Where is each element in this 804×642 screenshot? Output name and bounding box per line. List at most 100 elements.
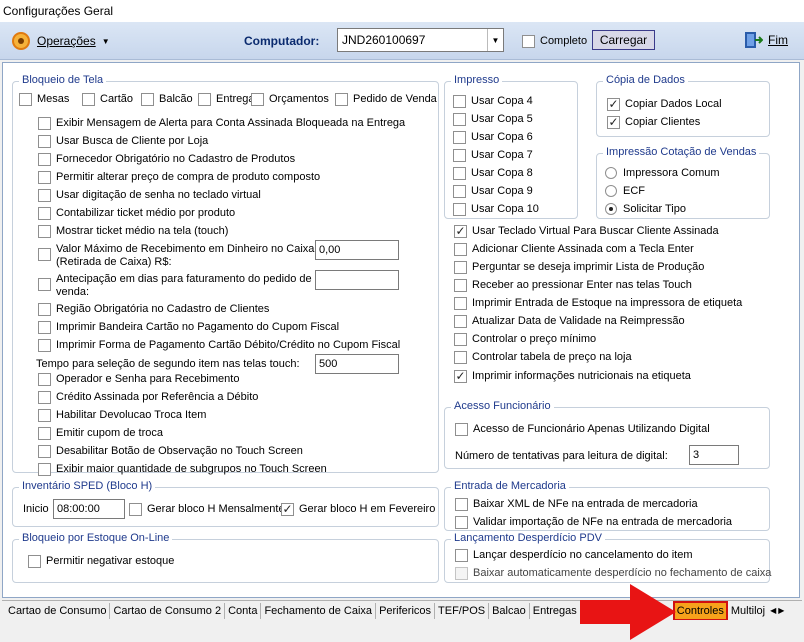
balcao-checkbox[interactable]: Balcão: [141, 92, 193, 106]
copa-8-checkbox[interactable]: Usar Copa 8: [453, 166, 533, 180]
bloqueio-tela-title: Bloqueio de Tela: [19, 74, 107, 86]
acesso-group: Acesso Funcionário Acesso de Funcionário…: [444, 400, 770, 469]
copiar-dados-local-checkbox[interactable]: ✓ Copiar Dados Local: [607, 97, 722, 111]
right-check-5[interactable]: Imprimir Entrada de Estoque na impressor…: [454, 296, 742, 310]
cotacao-title: Impressão Cotação de Vendas: [603, 146, 760, 158]
completo-checkbox[interactable]: Completo: [522, 34, 587, 48]
baixar-xml-checkbox[interactable]: Baixar XML de NFe na entrada de mercador…: [455, 497, 698, 511]
left-check-3[interactable]: Fornecedor Obrigatório no Cadastro de Pr…: [38, 152, 295, 166]
tab-cartao-consumo-2[interactable]: Cartao de Consumo 2: [110, 602, 226, 619]
left-check-9[interactable]: Imprimir Bandeira Cartão no Pagamento do…: [38, 320, 339, 334]
dropdown-arrow-icon[interactable]: ▼: [487, 29, 503, 51]
left-check-14[interactable]: Emitir cupom de troca: [38, 426, 163, 440]
orcamentos-checkbox[interactable]: Orçamentos: [251, 92, 329, 106]
lancar-desperdicio-checkbox[interactable]: Lançar desperdício no cancelamento do it…: [455, 548, 693, 562]
copa-6-checkbox[interactable]: Usar Copa 6: [453, 130, 533, 144]
copiar-clientes-checkbox[interactable]: ✓ Copiar Clientes: [607, 115, 700, 129]
tab-perifericos[interactable]: Perifericos: [376, 602, 436, 619]
window-title: Configurações Geral: [0, 0, 804, 22]
right-check-1[interactable]: ✓ Usar Teclado Virtual Para Buscar Client…: [454, 224, 719, 238]
tab-cartao-consumo[interactable]: Cartao de Consumo: [5, 602, 111, 619]
left-check-15[interactable]: Desabilitar Botão de Observação no Touch…: [38, 444, 303, 458]
solicitar-tipo-radio[interactable]: Solicitar Tipo: [605, 202, 686, 216]
antecipacao-label-1: Antecipação em dias para faturamento do …: [56, 273, 312, 285]
mensal-checkbox[interactable]: Gerar bloco H Mensalmente: [129, 502, 285, 516]
mesas-checkbox[interactable]: Mesas: [19, 92, 69, 106]
left-check-1[interactable]: Exibir Mensagem de Alerta para Conta Ass…: [38, 116, 405, 130]
left-check-13[interactable]: Habilitar Devolucao Troca Item: [38, 408, 206, 422]
tab-multiloja[interactable]: Multiloj: [728, 603, 768, 619]
tab-conta[interactable]: Conta: [225, 602, 262, 619]
computador-select[interactable]: JND260100697 ▼: [337, 28, 504, 52]
negativar-estoque-checkbox[interactable]: Permitir negativar estoque: [28, 554, 174, 568]
sped-title: Inventário SPED (Bloco H): [19, 480, 156, 492]
computador-label: Computador:: [244, 34, 320, 48]
left-check-2[interactable]: Usar Busca de Cliente por Loja: [38, 134, 208, 148]
inicio-label: Inicio: [23, 503, 49, 515]
sped-group: Inventário SPED (Bloco H) Inicio 08:00:0…: [12, 480, 439, 527]
left-check-12[interactable]: Crédito Assinada por Referência a Débito: [38, 390, 258, 404]
right-check-9[interactable]: ✓ Imprimir informações nutricionais na et…: [454, 369, 691, 383]
valor-maximo-input[interactable]: 0,00: [315, 240, 399, 260]
baixar-desperdicio-checkbox[interactable]: Baixar automaticamente desperdício no fe…: [455, 566, 771, 580]
right-check-8[interactable]: Controlar tabela de preço na loja: [454, 350, 632, 364]
cartao-checkbox[interactable]: Cartão: [82, 92, 133, 106]
cotacao-group: Impressão Cotação de Vendas Impressora C…: [596, 146, 770, 219]
exit-door-icon: [745, 32, 763, 48]
entrada-group: Entrada de Mercadoria Baixar XML de NFe …: [444, 480, 770, 531]
right-check-4[interactable]: Receber ao pressionar Enter nas telas To…: [454, 278, 692, 292]
tempo-input[interactable]: 500: [315, 354, 399, 374]
acesso-digital-checkbox[interactable]: Acesso de Funcionário Apenas Utilizando …: [455, 422, 710, 436]
fim-button[interactable]: Fim: [743, 30, 788, 50]
tab-scroll-right-icon[interactable]: ▶: [778, 606, 784, 615]
left-check-7[interactable]: Mostrar ticket médio na tela (touch): [38, 224, 228, 238]
operacoes-menu[interactable]: Operações ▼: [10, 30, 110, 52]
left-check-10[interactable]: Imprimir Forma de Pagamento Cartão Débit…: [38, 338, 400, 352]
ecf-radio[interactable]: ECF: [605, 184, 645, 198]
right-check-3[interactable]: Perguntar se deseja imprimir Lista de Pr…: [454, 260, 704, 274]
tab-scroll-left-icon[interactable]: ◀: [770, 606, 776, 615]
left-check-16[interactable]: Exibir maior quantidade de subgrupos no …: [38, 462, 327, 476]
operacoes-label: Operações: [37, 34, 96, 48]
entrada-title: Entrada de Mercadoria: [451, 480, 569, 492]
copa-7-checkbox[interactable]: Usar Copa 7: [453, 148, 533, 162]
valor-maximo-checkbox[interactable]: [38, 248, 56, 261]
tab-tef-pos[interactable]: TEF/POS: [435, 602, 490, 619]
validar-nfe-checkbox[interactable]: Validar importação de NFe na entrada de …: [455, 515, 732, 529]
fevereiro-checkbox[interactable]: ✓ Gerar bloco H em Fevereiro: [281, 502, 435, 516]
left-check-8[interactable]: Região Obrigatória no Cadastro de Client…: [38, 302, 269, 316]
right-check-7[interactable]: Controlar o preço mínimo: [454, 332, 596, 346]
left-check-6[interactable]: Contabilizar ticket médio por produto: [38, 206, 235, 220]
left-check-11[interactable]: Operador e Senha para Recebimento: [38, 372, 239, 386]
fim-label: Fim: [768, 33, 788, 47]
copa-9-checkbox[interactable]: Usar Copa 9: [453, 184, 533, 198]
checkbox-box: [522, 34, 535, 48]
antecipacao-input[interactable]: [315, 270, 399, 290]
inicio-input[interactable]: 08:00:00: [53, 499, 125, 519]
copa-10-checkbox[interactable]: Usar Copa 10: [453, 202, 539, 216]
chevron-down-icon: ▼: [101, 36, 110, 46]
desperdicio-title: Lançamento Desperdício PDV: [451, 532, 605, 544]
tab-entregas[interactable]: Entregas: [530, 602, 581, 619]
gear-icon: [12, 32, 30, 50]
impressora-comum-radio[interactable]: Impressora Comum: [605, 166, 720, 180]
left-check-5[interactable]: Usar digitação de senha no teclado virtu…: [38, 188, 261, 202]
copa-4-checkbox[interactable]: Usar Copa 4: [453, 94, 533, 108]
entrega-checkbox[interactable]: Entrega: [198, 92, 255, 106]
right-check-6[interactable]: Atualizar Data de Validade na Reimpressã…: [454, 314, 685, 328]
impresso-group: Impresso Usar Copa 4 Usar Copa 5 Usar Co…: [444, 74, 578, 219]
left-check-4[interactable]: Permitir alterar preço de compra de prod…: [38, 170, 320, 184]
tab-controles[interactable]: Controles: [672, 601, 728, 620]
bloqueio-tela-group: Bloqueio de Tela Mesas Cartão Balcão Ent…: [12, 74, 439, 476]
tab-strip: Cartao de Consumo Cartao de Consumo 2 Co…: [2, 600, 802, 620]
copa-5-checkbox[interactable]: Usar Copa 5: [453, 112, 533, 126]
right-check-2[interactable]: Adicionar Cliente Assinada com a Tecla E…: [454, 242, 694, 256]
antecipacao-checkbox[interactable]: [38, 278, 56, 291]
completo-label: Completo: [540, 35, 588, 47]
carregar-button[interactable]: Carregar: [592, 30, 655, 50]
tentativas-input[interactable]: 3: [689, 445, 739, 465]
copia-dados-title: Cópia de Dados: [603, 74, 688, 86]
tab-fechamento-caixa[interactable]: Fechamento de Caixa: [261, 602, 377, 619]
tab-balcao[interactable]: Balcao: [489, 602, 530, 619]
pedido-venda-checkbox[interactable]: Pedido de Venda: [335, 92, 437, 106]
